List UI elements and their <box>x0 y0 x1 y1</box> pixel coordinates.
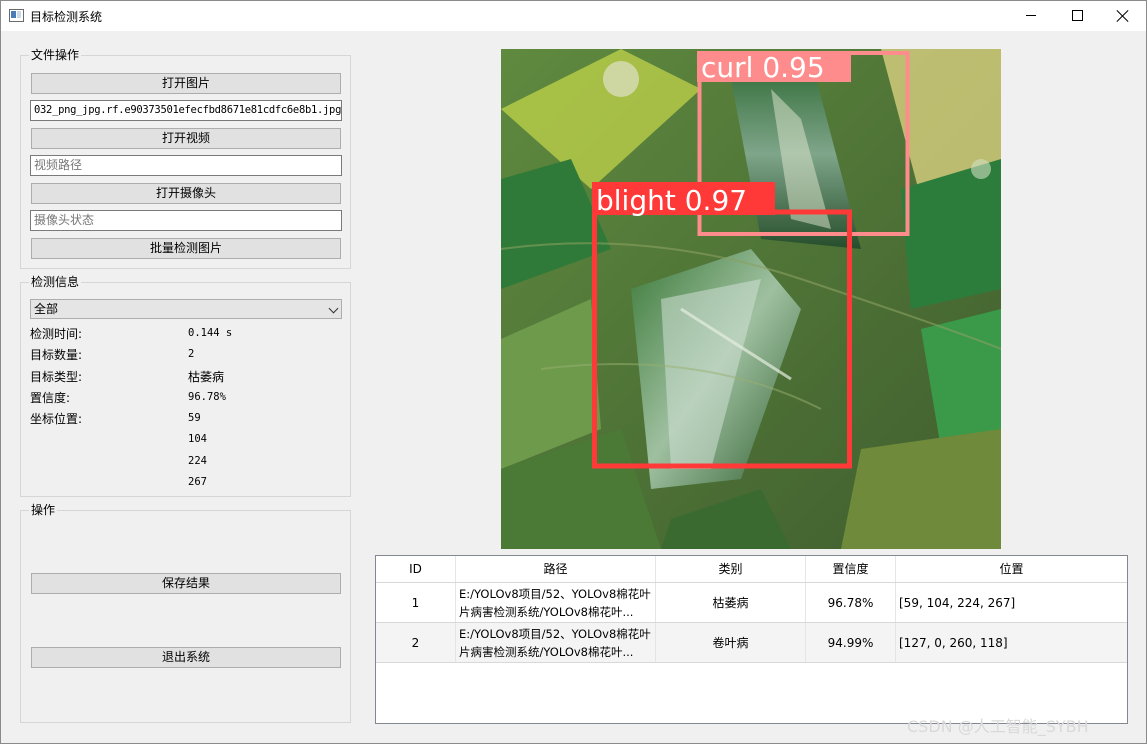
position-y2: 267 <box>188 476 207 488</box>
cell-confidence: 96.78% <box>806 583 896 622</box>
blight-box-label: blight 0.97 <box>596 184 747 217</box>
table-row-divider <box>376 662 1127 663</box>
minimize-button[interactable] <box>1008 0 1054 31</box>
detection-image: curl 0.95 blight 0.97 <box>501 49 1001 549</box>
chevron-down-icon <box>328 303 339 314</box>
results-table[interactable]: ID 路径 类别 置信度 位置 1 E:/YOLOv8项目/52、YOLOv8棉… <box>375 555 1128 724</box>
position-x1: 59 <box>188 412 201 424</box>
watermark: CSDN @人工智能_SYBH <box>907 717 1089 736</box>
cell-id: 1 <box>376 583 456 622</box>
type-value: 枯萎病 <box>188 370 225 384</box>
cell-position: [59, 104, 224, 267] <box>899 595 1016 610</box>
open-image-button[interactable]: 打开图片 <box>31 73 341 94</box>
cell-id: 2 <box>376 623 456 662</box>
file-ops-title: 文件操作 <box>29 47 82 63</box>
header-position[interactable]: 位置 <box>896 556 1127 582</box>
batch-detect-button[interactable]: 批量检测图片 <box>31 238 341 259</box>
detect-info-title: 检测信息 <box>29 274 82 290</box>
open-camera-button[interactable]: 打开摄像头 <box>31 183 341 204</box>
video-path-field[interactable]: 视频路径 <box>30 155 342 176</box>
table-header: ID 路径 类别 置信度 位置 <box>376 556 1127 582</box>
close-button[interactable] <box>1100 0 1146 31</box>
maximize-button[interactable] <box>1054 0 1100 31</box>
count-value: 2 <box>188 348 195 360</box>
minimize-icon <box>1026 15 1036 16</box>
time-label: 检测时间: <box>30 327 83 341</box>
title-bar: 目标检测系统 <box>0 0 1147 31</box>
cell-category: 枯萎病 <box>656 583 806 622</box>
cell-path-text: E:/YOLOv8项目/52、YOLOv8棉花叶片病害检测系统/YOLOv8棉花… <box>459 626 651 659</box>
header-id[interactable]: ID <box>376 556 456 582</box>
actions-group: 操作 保存结果 退出系统 <box>20 502 351 723</box>
camera-status-field[interactable]: 摄像头状态 <box>30 210 342 231</box>
image-path-field[interactable]: 032_png_jpg.rf.e90373501efecfbd8671e81cd… <box>30 100 342 121</box>
target-selector[interactable]: 全部 <box>30 299 342 319</box>
app-icon <box>9 9 24 22</box>
save-result-button[interactable]: 保存结果 <box>31 573 341 594</box>
file-ops-group: 文件操作 打开图片 032_png_jpg.rf.e90373501efecfb… <box>20 47 351 269</box>
confidence-value: 96.78% <box>188 391 226 403</box>
position-y1: 104 <box>188 433 207 445</box>
time-value: 0.144 s <box>188 327 233 339</box>
table-row[interactable]: 1 E:/YOLOv8项目/52、YOLOv8棉花叶片病害检测系统/YOLOv8… <box>376 582 1127 623</box>
cell-path: E:/YOLOv8项目/52、YOLOv8棉花叶片病害检测系统/YOLOv8棉花… <box>456 623 656 662</box>
type-label: 目标类型: <box>30 370 83 384</box>
position-x2: 224 <box>188 455 207 467</box>
maximize-icon <box>1071 10 1083 21</box>
cell-position: [127, 0, 260, 118] <box>899 635 1008 650</box>
target-selector-value: 全部 <box>34 302 59 316</box>
actions-title: 操作 <box>29 502 58 518</box>
header-confidence[interactable]: 置信度 <box>806 556 896 582</box>
position-label: 坐标位置: <box>30 412 83 426</box>
leaf-photo: curl 0.95 blight 0.97 <box>501 49 1001 549</box>
cell-confidence: 94.99% <box>806 623 896 662</box>
detect-info-group: 检测信息 全部 检测时间: 0.144 s 目标数量: 2 目标类型: 枯萎病 … <box>20 274 351 497</box>
window-title: 目标检测系统 <box>30 10 103 24</box>
header-category[interactable]: 类别 <box>656 556 806 582</box>
curl-box-label: curl 0.95 <box>701 51 825 84</box>
cell-path-text: E:/YOLOv8项目/52、YOLOv8棉花叶片病害检测系统/YOLOv8棉花… <box>459 586 651 619</box>
confidence-label: 置信度: <box>30 391 71 405</box>
header-path[interactable]: 路径 <box>456 556 656 582</box>
cell-path: E:/YOLOv8项目/52、YOLOv8棉花叶片病害检测系统/YOLOv8棉花… <box>456 583 656 622</box>
open-video-button[interactable]: 打开视频 <box>31 128 341 149</box>
table-row[interactable]: 2 E:/YOLOv8项目/52、YOLOv8棉花叶片病害检测系统/YOLOv8… <box>376 622 1127 663</box>
count-label: 目标数量: <box>30 348 83 362</box>
cell-category: 卷叶病 <box>656 623 806 662</box>
exit-button[interactable]: 退出系统 <box>31 647 341 668</box>
close-icon <box>1117 10 1129 22</box>
